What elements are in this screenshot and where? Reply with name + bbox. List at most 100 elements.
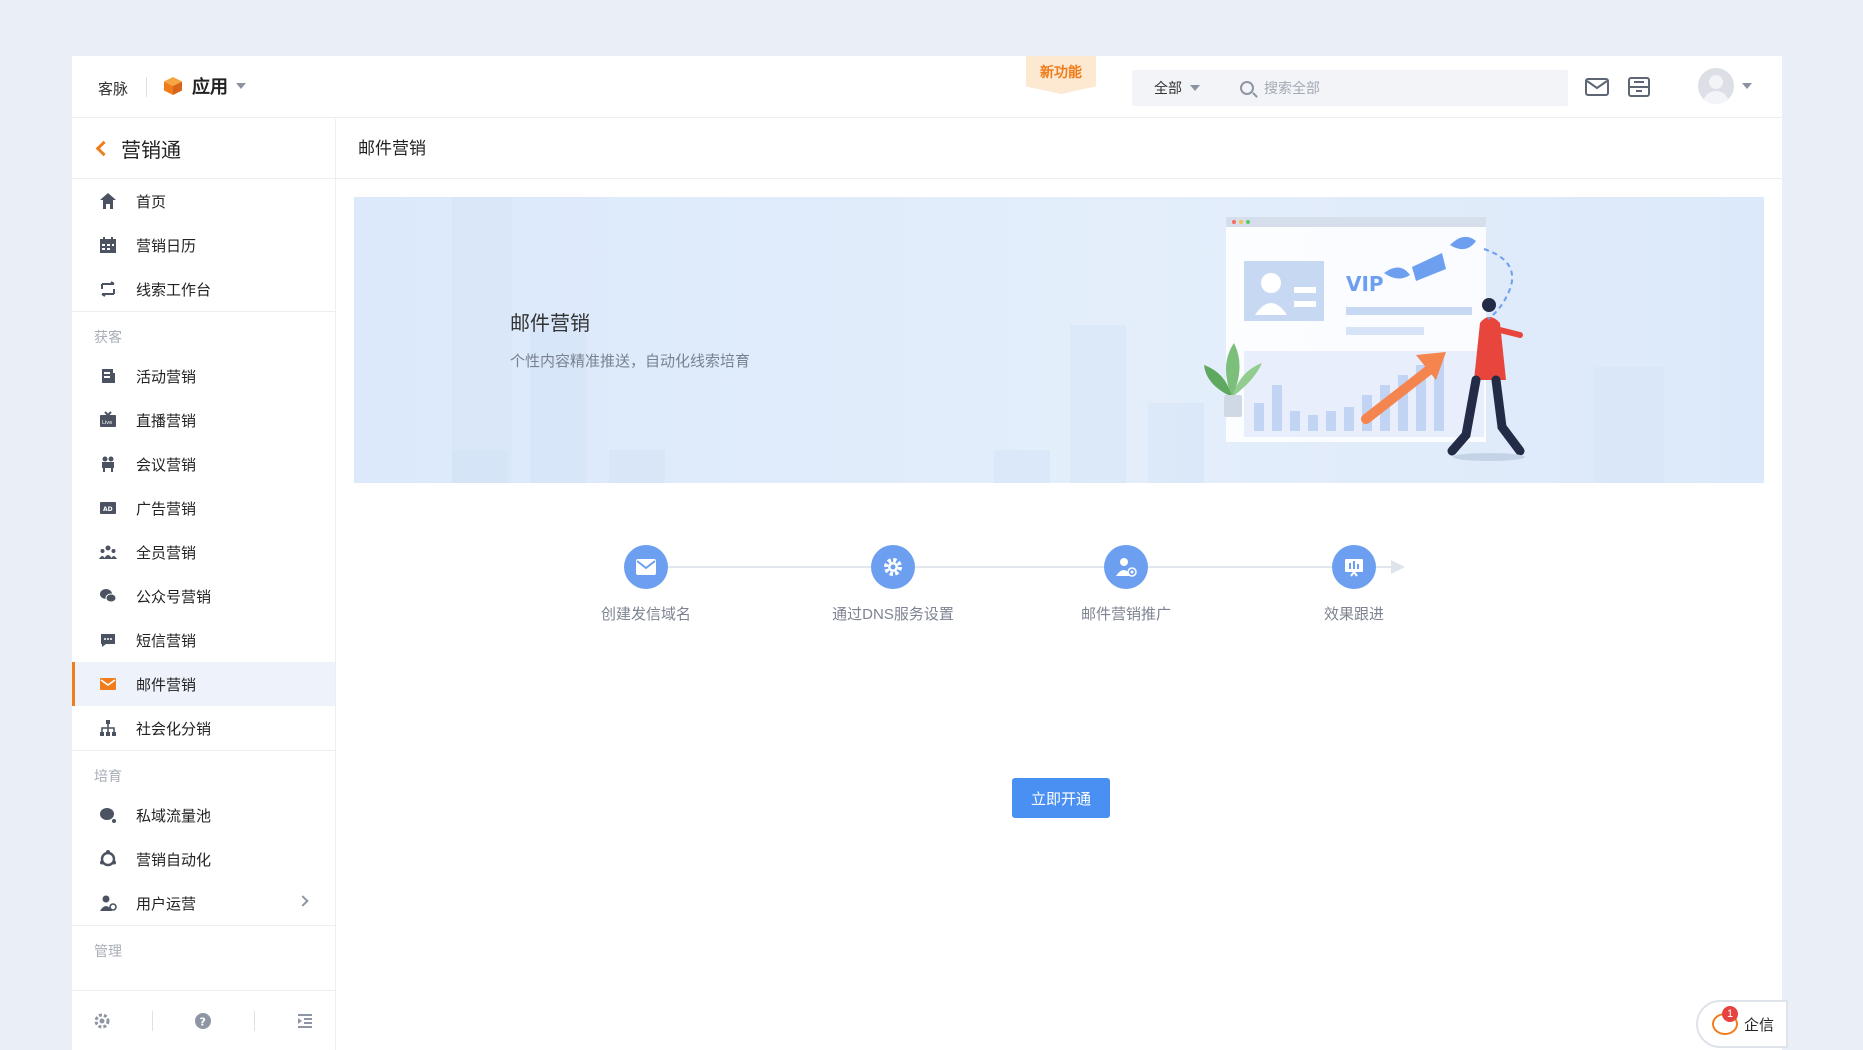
divider — [146, 77, 147, 97]
sidebar-item-activity-marketing[interactable]: 活动营销 — [72, 354, 335, 398]
sidebar-item-label: 会议营销 — [136, 456, 197, 474]
search-scope-select[interactable]: 全部 — [1132, 70, 1218, 106]
avatar — [1698, 68, 1734, 104]
activity-icon — [98, 366, 118, 386]
divider — [152, 1010, 154, 1031]
svg-text:AD: AD — [103, 506, 113, 513]
user-menu[interactable] — [1698, 68, 1752, 104]
sidebar-item-social-distribution[interactable]: 社会化分销 — [72, 706, 335, 750]
sidebar-title: 营销通 — [121, 140, 181, 162]
user-ops-icon — [98, 893, 118, 913]
sidebar-item-marketing-automation[interactable]: 营销自动化 — [72, 837, 335, 881]
step-dns-setup: 通过DNS服务设置 — [793, 545, 993, 624]
sidebar-item-calendar[interactable]: 营销日历 — [72, 223, 335, 267]
step-label: 邮件营销推广 — [1080, 606, 1171, 623]
search-scope-label: 全部 — [1154, 80, 1182, 96]
vip-label: VIP — [1346, 272, 1384, 296]
caret-down-icon — [1742, 83, 1752, 89]
sidebar-item-private-traffic[interactable]: 私域流量池 — [72, 793, 335, 837]
search-icon — [1240, 81, 1254, 95]
search-input[interactable] — [1264, 80, 1524, 96]
sidebar-item-wechat-marketing[interactable]: 公众号营销 — [72, 574, 335, 618]
banner-title: 邮件营销 — [510, 313, 590, 335]
meeting-icon — [98, 454, 118, 474]
gear-icon[interactable] — [92, 1011, 112, 1031]
sidebar-item-label: 邮件营销 — [136, 676, 197, 694]
user-promo-icon — [1104, 545, 1148, 589]
banner-bg-shape — [1070, 325, 1126, 483]
gear-icon — [871, 545, 915, 589]
mail-marketing-illustration: VIP — [1204, 217, 1525, 461]
sidebar-item-label: 广告营销 — [136, 500, 197, 518]
distribution-icon — [98, 718, 118, 738]
qixin-label: 企信 — [1744, 1016, 1775, 1034]
sidebar-item-label: 社会化分销 — [136, 720, 212, 738]
monitor-chart-icon — [1332, 545, 1376, 589]
banner-bg-shape — [452, 197, 512, 483]
banner-bg-shape — [609, 450, 665, 483]
qixin-chat-widget[interactable]: 企信 — [1696, 1000, 1788, 1048]
sidebar-item-home[interactable]: 首页 — [72, 179, 335, 223]
live-icon: Live — [98, 410, 118, 430]
sidebar-item-label: 活动营销 — [136, 368, 197, 386]
sidebar-item-label: 短信营销 — [136, 632, 197, 650]
caret-down-icon — [1190, 85, 1200, 91]
sidebar-item-ad-marketing[interactable]: AD 广告营销 — [72, 486, 335, 530]
collapse-menu-icon[interactable] — [295, 1011, 315, 1031]
wechat-icon — [98, 586, 118, 606]
group-title-manage: 管理 — [94, 943, 122, 959]
sidebar-item-label: 全员营销 — [136, 544, 197, 562]
activate-now-button[interactable]: 立即开通 — [1012, 778, 1110, 818]
caret-down-icon — [236, 83, 246, 89]
sidebar-item-label: 营销自动化 — [136, 851, 212, 869]
sidebar-item-label: 首页 — [136, 193, 167, 211]
global-search: 全部 — [1132, 70, 1568, 106]
divider — [253, 1010, 255, 1031]
sidebar-item-sms-marketing[interactable]: 短信营销 — [72, 618, 335, 662]
private-traffic-icon — [98, 805, 118, 825]
step-label: 通过DNS服务设置 — [832, 606, 954, 623]
chevron-left-icon — [95, 140, 112, 157]
leads-workbench-icon — [98, 279, 118, 299]
feature-banner: 邮件营销 个性内容精准推送，自动化线索培育 VIP — [354, 197, 1764, 483]
step-mail-promotion: 邮件营销推广 — [1026, 545, 1226, 624]
new-feature-badge[interactable]: 新功能 — [1026, 56, 1096, 94]
page-title: 邮件营销 — [336, 119, 1782, 179]
svg-text:?: ? — [200, 1015, 206, 1028]
app-switcher[interactable]: 应用 — [162, 73, 246, 99]
sidebar-item-mail-marketing[interactable]: 邮件营销 — [72, 662, 335, 706]
sidebar-item-live-marketing[interactable]: Live 直播营销 — [72, 398, 335, 442]
chevron-right-icon — [297, 895, 309, 907]
automation-icon — [98, 849, 118, 869]
unread-badge: 1 — [1722, 1006, 1738, 1022]
mail-icon[interactable] — [1584, 76, 1610, 98]
sidebar-item-label: 线索工作台 — [136, 281, 212, 299]
ad-icon: AD — [98, 498, 118, 518]
step-label: 创建发信域名 — [600, 606, 691, 623]
sidebar-item-all-staff-marketing[interactable]: 全员营销 — [72, 530, 335, 574]
step-effect-tracking: 效果跟进 — [1254, 545, 1454, 624]
brand-logo-text[interactable]: 客脉 — [98, 78, 128, 99]
banner-bg-shape — [452, 450, 508, 483]
inbox-icon[interactable] — [1626, 76, 1652, 98]
top-bar: 客脉 应用 新功能 全部 — [72, 56, 1782, 118]
help-icon[interactable]: ? — [193, 1011, 213, 1031]
banner-bg-shape — [1594, 367, 1664, 483]
sidebar-item-label: 私域流量池 — [136, 807, 212, 825]
setup-steps: 创建发信域名 通过DNS服务设置 邮件营销推广 效果跟进 — [596, 545, 1576, 645]
mail-icon — [98, 674, 118, 694]
banner-bg-shape — [994, 450, 1050, 483]
svg-text:Live: Live — [102, 420, 112, 426]
sidebar-item-label: 公众号营销 — [136, 588, 212, 606]
sidebar-item-leads-workbench[interactable]: 线索工作台 — [72, 267, 335, 311]
sidebar-back-header[interactable]: 营销通 — [72, 119, 335, 179]
calendar-icon — [98, 235, 118, 255]
step-label: 效果跟进 — [1323, 606, 1384, 623]
all-staff-icon — [98, 542, 118, 562]
sidebar-item-meeting-marketing[interactable]: 会议营销 — [72, 442, 335, 486]
sidebar-footer: ? — [72, 990, 335, 1050]
home-icon — [98, 191, 118, 211]
sidebar: 营销通 首页 营销日历 线索工作台 获客 活动营销 Live 直播营销 会议营销… — [72, 119, 336, 1050]
sidebar-item-user-operations[interactable]: 用户运营 — [72, 881, 335, 925]
sidebar-item-label: 营销日历 — [136, 237, 197, 255]
